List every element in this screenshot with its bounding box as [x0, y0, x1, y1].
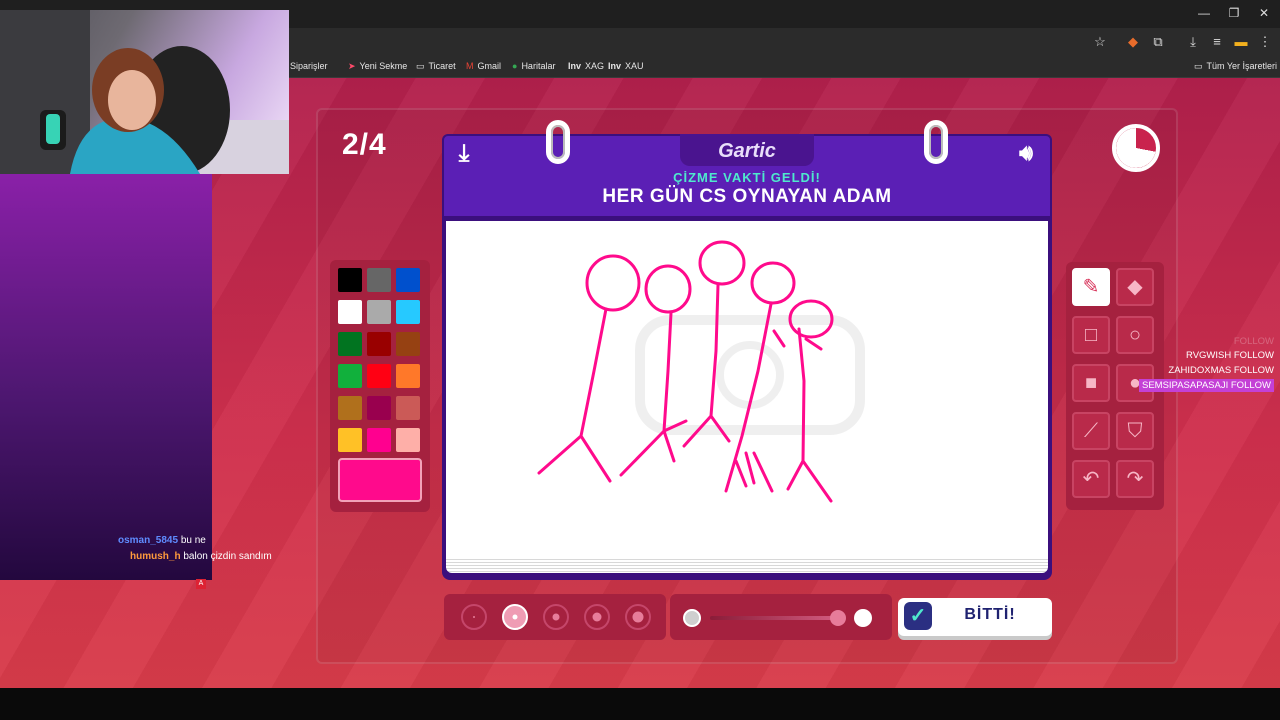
color-swatch[interactable]: [338, 364, 362, 388]
bookmark-ticaret[interactable]: ▭ Ticaret: [416, 61, 456, 72]
rectangle-fill-tool[interactable]: ■: [1072, 364, 1110, 402]
chat-username: humush_h: [130, 551, 181, 562]
screen: — ❐ ✕ ☆ ◆ ⧉ ⤓ ≡ ▬ ⋮ Siparişler ➤ Yeni Sek…: [0, 0, 1280, 720]
arrow-icon: ➤: [348, 61, 356, 71]
follow-alert: ZAHIDOXMAS FOLLOW: [1168, 365, 1274, 376]
all-bookmarks[interactable]: ▭ Tüm Yer İşaretleri: [1194, 61, 1277, 72]
timer-icon: [1112, 124, 1160, 172]
maximize-button[interactable]: ❐: [1224, 6, 1244, 20]
chat-username: osman_5845: [118, 535, 179, 546]
brush-size-button[interactable]: [584, 604, 610, 630]
alert-badge-icon: A: [196, 579, 206, 589]
bookmark-siparisler[interactable]: Siparişler: [290, 61, 328, 71]
minimize-button[interactable]: —: [1194, 6, 1214, 20]
folder-icon: ▭: [416, 61, 425, 71]
webcam-overlay: [0, 10, 289, 174]
chat-panel: [0, 174, 212, 580]
follow-alert: RVGWISH FOLLOW: [1186, 350, 1274, 361]
star-icon[interactable]: ☆: [1091, 34, 1109, 50]
chat-message: osman_5845 bu ne: [118, 535, 206, 546]
drawing-strokes: [537, 240, 834, 503]
brush-size-button[interactable]: [502, 604, 528, 630]
chat-message: humush_h balon çizdin sandım: [130, 551, 272, 562]
folder-icon: ▭: [1194, 61, 1203, 71]
close-window-button[interactable]: ✕: [1254, 6, 1274, 20]
color-swatch[interactable]: [367, 332, 391, 356]
extensions-icon[interactable]: ⧉: [1149, 34, 1167, 50]
done-button-label: BİTTİ!: [964, 606, 1016, 623]
color-swatch[interactable]: [396, 300, 420, 324]
color-swatch[interactable]: [396, 364, 420, 388]
line-tool[interactable]: ⟋: [1072, 412, 1110, 450]
chat-text: bu ne: [180, 535, 206, 546]
bookmark-yeni-sekme[interactable]: ➤ Yeni Sekme: [348, 61, 407, 72]
color-swatch[interactable]: [396, 332, 420, 356]
follow-alert: SEMSIPASAPASAJI FOLLOW: [1139, 379, 1274, 392]
maps-icon: ●: [512, 61, 518, 71]
extension-fox-icon[interactable]: ◆: [1124, 34, 1142, 50]
color-swatch[interactable]: [396, 396, 420, 420]
ellipse-outline-tool[interactable]: ○: [1116, 316, 1154, 354]
opacity-min-icon: [683, 609, 701, 627]
bookmark-haritalar[interactable]: ● Haritalar: [512, 61, 555, 71]
bookmark-xau[interactable]: Inv XAU: [608, 61, 644, 71]
profile-icon[interactable]: ▬: [1232, 34, 1250, 49]
color-swatch[interactable]: [367, 396, 391, 420]
brush-size-button[interactable]: [543, 604, 569, 630]
color-swatch[interactable]: [338, 332, 362, 356]
investing-icon: Inv: [608, 61, 622, 71]
menu-icon[interactable]: ⋮: [1256, 34, 1274, 50]
rectangle-outline-tool[interactable]: □: [1072, 316, 1110, 354]
gartic-logo: Gartic: [718, 140, 776, 162]
download-drawing-icon[interactable]: ⤓: [448, 140, 480, 168]
round-counter: 2/4: [342, 128, 387, 161]
color-swatch[interactable]: [396, 428, 420, 452]
gmail-icon: M: [466, 61, 474, 71]
streamer-webcam-image: [0, 10, 289, 174]
investing-icon: Inv: [568, 61, 582, 71]
opacity-slider-track[interactable]: [710, 616, 834, 620]
notebook-ring: [546, 120, 570, 164]
color-swatch[interactable]: [396, 268, 420, 292]
pencil-tool[interactable]: ✎: [1072, 268, 1110, 306]
check-icon: ✓: [904, 602, 932, 630]
notebook-ring: [924, 120, 948, 164]
phase-subtitle: ÇİZME VAKTİ GELDİ!: [673, 170, 821, 185]
opacity-max-icon: [854, 609, 872, 627]
chat-text: balon çizdin sandım: [183, 551, 272, 562]
brush-size-button[interactable]: [625, 604, 651, 630]
volume-icon[interactable]: 🔊︎: [1010, 140, 1042, 166]
color-swatch[interactable]: [338, 428, 362, 452]
taskbar: [0, 688, 1280, 720]
download-icon[interactable]: ⤓: [1184, 34, 1202, 50]
notebook-pages: [446, 557, 1048, 573]
opacity-slider-handle[interactable]: [830, 610, 846, 626]
brush-size-button[interactable]: [461, 604, 487, 630]
color-swatch[interactable]: [367, 300, 391, 324]
follow-alert: FOLLOW: [1233, 336, 1274, 347]
redo-tool[interactable]: ↷: [1116, 460, 1154, 498]
color-swatch[interactable]: [367, 268, 391, 292]
selected-color: [338, 458, 422, 502]
color-swatch[interactable]: [338, 300, 362, 324]
bookmark-xag[interactable]: Inv XAG: [568, 61, 604, 71]
color-swatch[interactable]: [338, 268, 362, 292]
color-swatch[interactable]: [367, 428, 391, 452]
color-swatch[interactable]: [338, 396, 362, 420]
color-swatch[interactable]: [367, 364, 391, 388]
bookmark-gmail[interactable]: M Gmail: [466, 61, 501, 71]
bucket-fill-tool[interactable]: ⛉: [1116, 412, 1154, 450]
reading-list-icon[interactable]: ≡: [1208, 34, 1226, 49]
undo-tool[interactable]: ↶: [1072, 460, 1110, 498]
eraser-tool[interactable]: ◆: [1116, 268, 1154, 306]
drawing-prompt: HER GÜN CS OYNAYAN ADAM: [602, 186, 892, 207]
